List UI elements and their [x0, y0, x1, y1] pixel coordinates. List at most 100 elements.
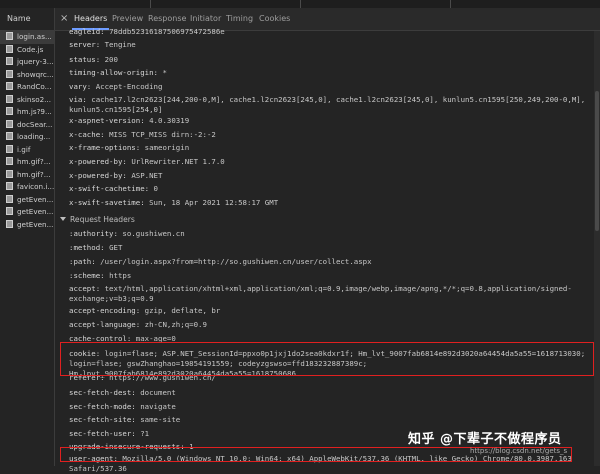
header-key: eagleid: — [69, 27, 105, 36]
collapse-triangle-icon[interactable] — [60, 217, 66, 221]
header-value: /user/login.aspx?from=http://so.gushiwen… — [100, 257, 372, 266]
cookie-highlight-box — [60, 342, 594, 376]
header-row: sec-fetch-mode: navigate — [69, 402, 594, 412]
request-headers-title: Request Headers — [70, 215, 135, 224]
file-item[interactable]: getEven... — [0, 219, 54, 232]
timeline-tick — [150, 0, 151, 8]
file-item[interactable]: RandCo... — [0, 81, 54, 94]
header-row: x-swift-savetime: Sun, 18 Apr 2021 12:58… — [69, 198, 594, 208]
file-item[interactable]: favicon.i... — [0, 181, 54, 194]
file-icon — [6, 182, 13, 190]
file-icon — [6, 144, 13, 153]
file-list-panel: Name login.as... Code.js jquery-3... showqr… — [0, 8, 55, 466]
file-item[interactable]: getEven... — [0, 206, 54, 219]
scrollbar[interactable] — [594, 31, 600, 466]
header-row: sec-fetch-site: same-site — [69, 415, 594, 425]
header-key: sec-fetch-user: — [69, 429, 136, 438]
header-value: ?1 — [140, 429, 150, 438]
header-value: 4.0.30319 — [149, 116, 190, 125]
file-name: jquery-3... — [17, 57, 54, 66]
header-value: Tengine — [104, 40, 136, 49]
file-name: login.as... — [17, 32, 52, 41]
file-icon — [6, 219, 13, 228]
file-item[interactable]: hm.gif?... — [0, 169, 54, 182]
watermark: 知乎 @下辈子不做程序员 — [408, 432, 562, 447]
file-name: favicon.i... — [17, 182, 54, 191]
header-row: :path: /user/login.aspx?from=http://so.g… — [69, 257, 594, 267]
file-item[interactable]: i.gif — [0, 144, 54, 157]
file-name: i.gif — [17, 144, 31, 154]
header-key: :scheme: — [69, 271, 105, 280]
header-value: MISS TCP_MISS dirn:-2:-2 — [109, 130, 216, 139]
close-icon[interactable]: × — [60, 14, 70, 24]
header-key: :path: — [69, 257, 96, 266]
header-value: zh-CN,zh;q=0.9 — [144, 320, 207, 329]
header-value: text/html,application/xhtml+xml,applicat… — [69, 284, 572, 303]
header-key: x-aspnet-version: — [69, 116, 145, 125]
header-key: accept-encoding: — [69, 306, 141, 315]
file-name: getEven... — [17, 194, 54, 204]
file-item[interactable]: jquery-3... — [0, 56, 54, 69]
file-item[interactable]: showqrc... — [0, 69, 54, 82]
header-value: UrlRewriter.NET 1.7.0 — [131, 157, 225, 166]
header-value: cache17.l2cn2623[244,200-0,M], cache1.l2… — [69, 95, 586, 114]
file-name: getEven... — [17, 219, 54, 229]
file-icon — [6, 82, 13, 90]
header-row: eagleid: 78ddb5231618750697547258​6e — [69, 27, 594, 37]
header-key: x-cache: — [69, 130, 105, 139]
file-icon — [6, 169, 13, 178]
header-key: x-frame-options: — [69, 143, 141, 152]
file-item[interactable]: hm.gif?... — [0, 156, 54, 169]
header-row: accept-encoding: gzip, deflate, br — [69, 306, 594, 316]
header-row: accept-language: zh-CN,zh;q=0.9 — [69, 320, 594, 330]
header-row: x-swift-cachetime: 0 — [69, 184, 594, 194]
file-item[interactable]: hm.js?9... — [0, 106, 54, 119]
header-value: 200 — [104, 55, 118, 64]
header-value: so.gushiwen.cn — [122, 229, 185, 238]
header-key: :method: — [69, 243, 105, 252]
header-value: * — [162, 68, 167, 77]
header-row: x-cache: MISS TCP_MISS dirn:-2:-2 — [69, 130, 594, 140]
header-value: document — [140, 388, 176, 397]
header-key: x-powered-by: — [69, 171, 127, 180]
name-column-header[interactable]: Name — [0, 8, 54, 31]
file-item[interactable]: Code.js — [0, 44, 54, 57]
header-key: accept-language: — [69, 320, 141, 329]
request-headers-section[interactable]: Request Headers — [60, 215, 135, 224]
file-name: docSear... — [17, 119, 53, 129]
header-row: status: 200 — [69, 55, 594, 65]
header-key: x-swift-savetime: — [69, 198, 145, 207]
header-key: :authority: — [69, 229, 118, 238]
file-item[interactable]: skinso2... — [0, 94, 54, 107]
header-key: x-swift-cachetime: — [69, 184, 150, 193]
file-item[interactable]: docSear... — [0, 119, 54, 132]
header-value: sameorigin — [144, 143, 190, 152]
file-item[interactable]: getEven... — [0, 194, 54, 207]
header-key: timing-allow-origin: — [69, 68, 158, 77]
file-name: showqrc... — [17, 69, 54, 79]
header-value: Accept-Encoding — [95, 82, 163, 91]
header-row: :method: GET — [69, 243, 594, 253]
file-icon — [6, 107, 13, 115]
header-row: sec-fetch-dest: document — [69, 388, 594, 398]
header-row: via: cache17.l2cn2623[244,200-0,M], cach… — [69, 95, 594, 115]
header-value: navigate — [140, 402, 176, 411]
header-value: 78ddb5231618750697547258​6e — [109, 27, 225, 36]
file-icon — [6, 194, 13, 203]
file-icon — [6, 119, 13, 128]
header-value: gzip, deflate, br — [144, 306, 221, 315]
file-name: hm.gif?... — [17, 157, 51, 166]
file-name: Code.js — [17, 44, 44, 54]
watermark-url: https://blog.csdn.net/gets_s — [470, 447, 568, 455]
file-item[interactable]: loading... — [0, 131, 54, 144]
scrollbar-thumb[interactable] — [595, 91, 599, 231]
header-row: x-frame-options: sameorigin — [69, 143, 594, 153]
header-row: server: Tengine — [69, 40, 594, 50]
header-key: sec-fetch-mode: — [69, 402, 136, 411]
file-icon — [6, 44, 13, 53]
file-list: login.as... Code.js jquery-3... showqrc... R… — [0, 31, 54, 231]
file-item[interactable]: login.as... — [0, 31, 54, 44]
file-icon — [6, 32, 13, 40]
file-name: RandCo... — [17, 82, 52, 91]
header-row: timing-allow-origin: * — [69, 68, 594, 78]
